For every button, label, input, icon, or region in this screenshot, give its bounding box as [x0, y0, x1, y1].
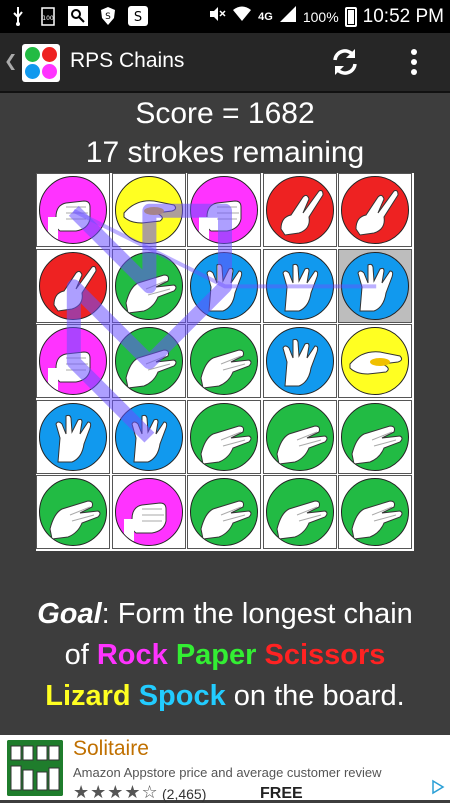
board-cell[interactable] [187, 248, 262, 323]
board-cell[interactable] [111, 399, 186, 474]
shield-icon: S [98, 6, 118, 26]
battery-icon [344, 6, 357, 27]
board-cell[interactable] [111, 248, 186, 323]
board-cell[interactable] [262, 324, 337, 399]
ad-price: FREE [260, 785, 303, 802]
goal-label: Goal [37, 598, 102, 630]
strokes-remaining: 17 strokes remaining [85, 136, 365, 169]
adchoices-icon[interactable] [430, 779, 446, 795]
svg-text:S: S [134, 10, 142, 25]
paper-hand-icon [190, 478, 259, 547]
lizard-hand-icon [114, 176, 183, 244]
shazam-icon: S [128, 6, 148, 26]
board-cell[interactable] [187, 475, 262, 550]
solitaire-app-icon[interactable] [7, 740, 63, 796]
board-cell[interactable] [262, 475, 337, 550]
board-cell[interactable] [36, 248, 110, 323]
score-label: Score = 1682 [135, 97, 315, 130]
network-type: 4G [258, 10, 273, 23]
refresh-icon[interactable] [328, 45, 362, 79]
spock-hand-icon [341, 251, 410, 320]
spock-hand-icon [39, 402, 107, 471]
wifi-icon [232, 5, 252, 28]
rock-hand-icon [114, 478, 183, 547]
status-bar: 100 S S 4G 100% 10:52 PM [0, 0, 450, 33]
board-cell[interactable] [262, 173, 337, 247]
goal-scissors: Scissors [264, 639, 386, 671]
rock-hand-icon [190, 176, 259, 244]
svg-text:100: 100 [42, 15, 54, 22]
lizard-hand-icon [341, 327, 410, 396]
board-cell[interactable] [187, 399, 262, 474]
goal-tail: on the board. [225, 680, 405, 712]
board-cell[interactable] [262, 399, 337, 474]
goal-line1: : Form the longest chain [101, 598, 413, 630]
svg-text:S: S [105, 12, 111, 22]
board-cell[interactable] [338, 248, 413, 323]
rock-hand-icon [39, 327, 107, 396]
back-chevron-icon[interactable]: ❮ [4, 51, 17, 70]
paper-hand-icon [265, 402, 334, 471]
goal-rock: Rock [96, 639, 168, 671]
board-cell[interactable] [36, 324, 110, 399]
board-cell[interactable] [338, 324, 413, 399]
paper-hand-icon [39, 478, 107, 547]
usb-icon [8, 6, 28, 26]
goal-spock: Spock [138, 680, 226, 712]
paper-hand-icon [265, 478, 334, 547]
spock-hand-icon [114, 402, 183, 471]
app-logo[interactable] [22, 44, 60, 82]
app-title: RPS Chains [70, 49, 185, 72]
signal-icon [279, 5, 297, 28]
ad-description: Amazon Appstore price and average custom… [73, 765, 382, 780]
board-cell[interactable] [111, 173, 186, 247]
board-cell[interactable] [338, 173, 413, 247]
game-board[interactable] [36, 173, 414, 551]
paper-hand-icon [190, 327, 259, 396]
goal-paper: Paper [175, 639, 257, 671]
paper-hand-icon [114, 327, 183, 396]
ad-title[interactable]: Solitaire [73, 737, 149, 761]
goal-text: Goal: Form the longest chain of Rock Pap… [0, 594, 450, 717]
board-cell[interactable] [187, 173, 262, 247]
battery-100-icon: 100 [38, 6, 58, 26]
paper-hand-icon [114, 251, 183, 320]
goal-lizard: Lizard [45, 680, 131, 712]
paper-hand-icon [341, 402, 410, 471]
board-cell[interactable] [111, 475, 186, 550]
rock-hand-icon [39, 176, 107, 244]
board-cell[interactable] [36, 399, 110, 474]
board-cell[interactable] [36, 475, 110, 550]
paper-hand-icon [190, 402, 259, 471]
spock-hand-icon [190, 251, 259, 320]
board-cell[interactable] [338, 475, 413, 550]
scissors-hand-icon [39, 251, 107, 320]
board-cell[interactable] [111, 324, 186, 399]
board-cell[interactable] [36, 173, 110, 247]
ad-banner[interactable]: Solitaire Amazon Appstore price and aver… [0, 735, 450, 803]
board-cell[interactable] [187, 324, 262, 399]
overflow-menu-icon[interactable] [404, 47, 424, 77]
board-cell[interactable] [262, 248, 337, 323]
mute-icon [208, 5, 226, 28]
scissors-hand-icon [265, 176, 334, 244]
paper-hand-icon [341, 478, 410, 547]
goal-of: of [64, 639, 97, 671]
battery-percent: 100% [302, 8, 339, 25]
spock-hand-icon [265, 251, 334, 320]
action-bar: ❮ RPS Chains [0, 33, 450, 93]
spock-hand-icon [265, 327, 334, 396]
scissors-hand-icon [341, 176, 410, 244]
board-cell[interactable] [338, 399, 413, 474]
clock: 10:52 PM [362, 5, 444, 27]
search-icon [68, 6, 88, 26]
